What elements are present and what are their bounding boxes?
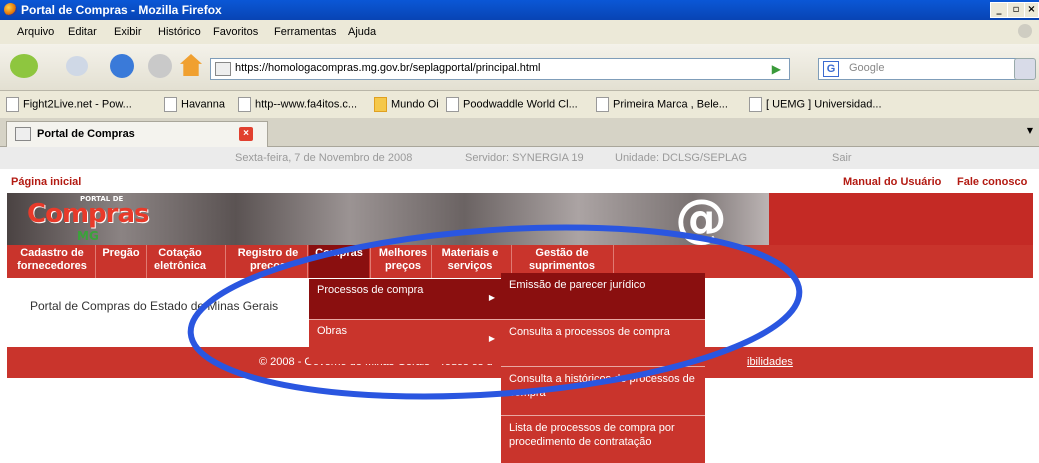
window-title-bar: Portal de Compras - Mozilla Firefox _ ▫ … xyxy=(0,0,1039,20)
maximize-button[interactable]: ▫ xyxy=(1007,2,1025,18)
page-icon xyxy=(164,97,177,112)
home-link[interactable]: Página inicial xyxy=(11,176,81,188)
menu-exibir[interactable]: Exibir xyxy=(114,26,142,38)
home-icon[interactable] xyxy=(180,54,202,76)
nav-separator xyxy=(146,245,147,278)
bookmark-item[interactable]: Primeira Marca , Bele... xyxy=(596,97,728,112)
logo-mg: MG xyxy=(77,229,99,243)
tab-label: Portal de Compras xyxy=(37,128,135,140)
site-icon xyxy=(15,127,31,141)
bookmark-item[interactable]: http--www.fa4itos.c... xyxy=(238,97,357,112)
menu-item-consulta-processos[interactable]: Consulta a processos de compra xyxy=(501,320,705,367)
bookmark-item[interactable]: Fight2Live.net - Pow... xyxy=(6,97,132,112)
tab-list-icon[interactable]: ▼ xyxy=(1027,126,1033,135)
menu-favoritos[interactable]: Favoritos xyxy=(213,26,258,38)
page-icon xyxy=(749,97,762,112)
submenu-arrow-icon: ▶ xyxy=(488,334,495,343)
server-text: Servidor: SYNERGIA 19 xyxy=(465,152,584,164)
stop-icon[interactable] xyxy=(148,54,172,78)
tab-portal-de-compras[interactable]: Portal de Compras × xyxy=(6,121,268,147)
logout-link[interactable]: Sair xyxy=(832,152,852,164)
menu-ferramentas[interactable]: Ferramentas xyxy=(274,26,336,38)
bookmarks-toolbar: Fight2Live.net - Pow... Havanna http--ww… xyxy=(0,91,1039,118)
submenu-arrow-icon: ▶ xyxy=(488,293,495,302)
window-title: Portal de Compras - Mozilla Firefox xyxy=(21,3,222,17)
throbber-icon xyxy=(1018,24,1032,38)
bookmark-item[interactable]: Mundo Oi xyxy=(374,97,439,112)
search-box[interactable]: G Google xyxy=(818,58,1028,80)
top-links: Página inicial Manual do Usuário Fale co… xyxy=(0,170,1039,192)
page-icon xyxy=(596,97,609,112)
bookmark-item[interactable]: Havanna xyxy=(164,97,225,112)
page-icon xyxy=(374,97,387,112)
contact-link[interactable]: Fale conosco xyxy=(957,176,1027,188)
tab-bar: Portal de Compras × ▼ xyxy=(0,118,1039,147)
reload-icon[interactable] xyxy=(110,54,134,78)
navigation-toolbar: https://homologacompras.mg.gov.br/seplag… xyxy=(0,44,1039,91)
portal-description: Portal de Compras do Estado de Minas Ger… xyxy=(30,299,279,313)
menu-item-lista-processos[interactable]: Lista de processos de compra por procedi… xyxy=(501,416,705,463)
minimize-button[interactable]: _ xyxy=(990,2,1008,18)
page-icon xyxy=(238,97,251,112)
site-icon xyxy=(215,62,231,76)
nav-separator xyxy=(370,245,371,278)
nav-separator xyxy=(431,245,432,278)
info-bar: Sexta-feira, 7 de Novembro de 2008 Servi… xyxy=(0,147,1039,169)
nav-cotacao-eletronica[interactable]: Cotação eletrônica xyxy=(150,247,210,273)
close-tab-icon[interactable]: × xyxy=(239,127,253,141)
nav-cadastro-de-fornecedores[interactable]: Cadastro de fornecedores xyxy=(10,247,94,273)
portal-banner: PORTAL DE Compras MG @ xyxy=(7,193,1033,245)
close-window-button[interactable]: × xyxy=(1024,2,1039,18)
menu-historico[interactable]: Histórico xyxy=(158,26,201,38)
nav-materiais-e-servicos[interactable]: Materiais e serviços xyxy=(434,247,506,273)
nav-pregao[interactable]: Pregão xyxy=(99,247,143,260)
nav-separator xyxy=(225,245,226,278)
menu-bar: Arquivo Editar Exibir Histórico Favorito… xyxy=(0,20,1039,44)
nav-melhores-precos[interactable]: Melhores preços xyxy=(373,247,433,273)
search-icon[interactable] xyxy=(1014,58,1036,80)
footer-link[interactable]: ibilidades xyxy=(747,356,793,368)
page-icon xyxy=(6,97,19,112)
firefox-icon xyxy=(4,3,17,16)
google-icon[interactable]: G xyxy=(823,61,839,77)
nav-compras[interactable]: Compras xyxy=(309,245,369,278)
page-icon xyxy=(446,97,459,112)
nav-separator xyxy=(95,245,96,278)
forward-icon[interactable] xyxy=(66,56,88,76)
compras-dropdown: Processos de compra ▶ Obras ▶ xyxy=(309,279,501,364)
menu-item-obras[interactable]: Obras ▶ xyxy=(309,320,501,364)
menu-arquivo[interactable]: Arquivo xyxy=(17,26,54,38)
processos-submenu: Emissão de parecer jurídico Consulta a p… xyxy=(501,273,705,463)
nav-gestao-de-suprimentos[interactable]: Gestão de suprimentos xyxy=(517,247,607,273)
url-text[interactable]: https://homologacompras.mg.gov.br/seplag… xyxy=(235,62,541,74)
menu-ajuda[interactable]: Ajuda xyxy=(348,26,376,38)
url-bar[interactable]: https://homologacompras.mg.gov.br/seplag… xyxy=(210,58,790,80)
menu-item-processos-de-compra[interactable]: Processos de compra ▶ xyxy=(309,279,501,320)
date-text: Sexta-feira, 7 de Novembro de 2008 xyxy=(235,152,413,164)
menu-item-emissao-de-parecer-juridico[interactable]: Emissão de parecer jurídico xyxy=(501,273,705,320)
go-icon[interactable]: ▶ xyxy=(772,62,781,76)
menu-editar[interactable]: Editar xyxy=(68,26,97,38)
search-placeholder: Google xyxy=(849,62,885,74)
nav-separator xyxy=(307,245,308,278)
portal-logo[interactable]: Compras xyxy=(27,199,149,229)
bookmark-item[interactable]: [ UEMG ] Universidad... xyxy=(749,97,882,112)
nav-registro-de-precos[interactable]: Registro de preços xyxy=(227,247,309,273)
at-sign-graphic: @ xyxy=(675,193,727,245)
manual-link[interactable]: Manual do Usuário xyxy=(843,176,941,188)
bookmark-item[interactable]: Poodwaddle World Cl... xyxy=(446,97,578,112)
menu-item-consulta-historicos[interactable]: Consulta a históricos de processos de co… xyxy=(501,367,705,416)
back-icon[interactable] xyxy=(10,54,38,78)
unit-text: Unidade: DCLSG/SEPLAG xyxy=(615,152,748,164)
